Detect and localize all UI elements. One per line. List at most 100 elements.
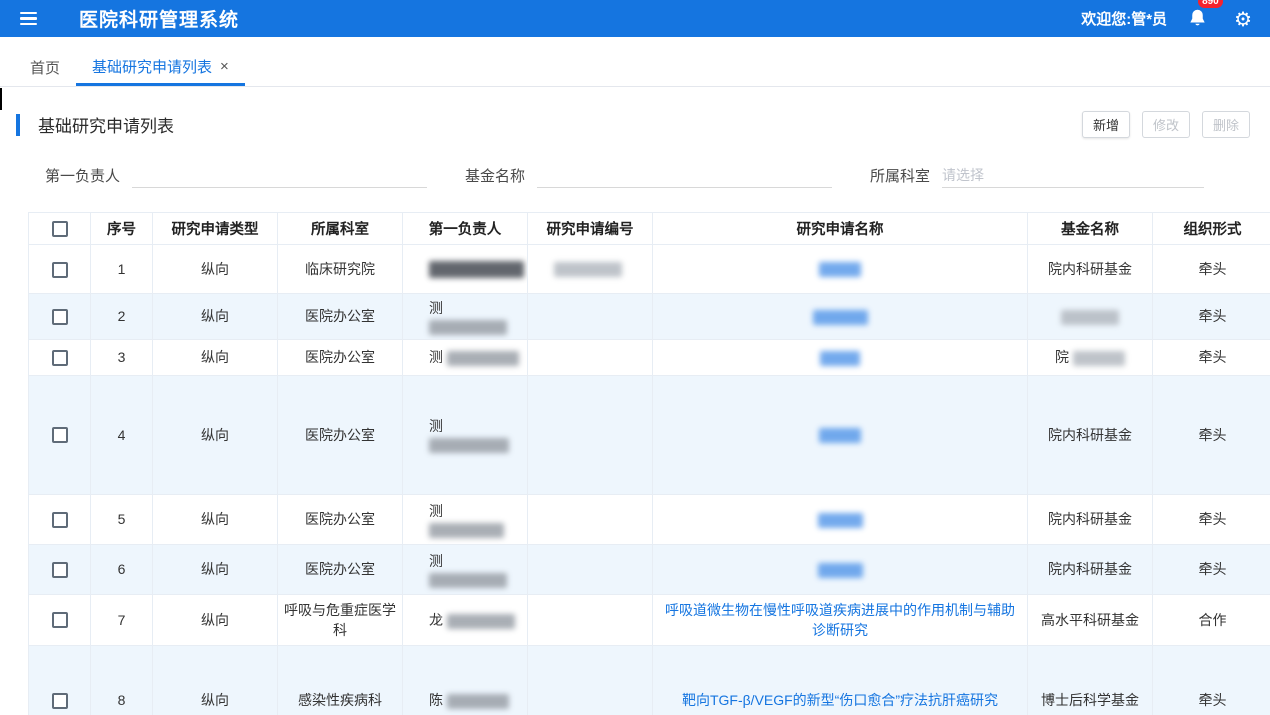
cell-no: 3 bbox=[91, 339, 153, 375]
delete-button[interactable]: 删除 bbox=[1202, 111, 1250, 138]
department-label: 所属科室 bbox=[870, 165, 930, 186]
table-row: 8纵向感染性疾病科陈 靶向TGF-β/VEGF的新型“伤口愈合”疗法抗肝癌研究博… bbox=[29, 645, 1270, 715]
tab-bar: 首页 基础研究申请列表 × bbox=[0, 37, 1270, 87]
checkbox-cell bbox=[29, 645, 91, 715]
cell-appno bbox=[528, 594, 653, 645]
app-title: 医院科研管理系统 bbox=[79, 5, 239, 32]
cell-org: 牵头 bbox=[1153, 645, 1270, 715]
redacted-text bbox=[429, 320, 507, 335]
cell-type: 纵向 bbox=[153, 544, 278, 594]
cell-fund: 院内科研基金 bbox=[1028, 544, 1153, 594]
cell-no: 1 bbox=[91, 245, 153, 294]
cell-org: 牵头 bbox=[1153, 375, 1270, 494]
redacted-text bbox=[429, 438, 509, 453]
cell-org: 牵头 bbox=[1153, 294, 1270, 340]
cell-fund bbox=[1028, 294, 1153, 340]
cell-org: 牵头 bbox=[1153, 494, 1270, 544]
hamburger-menu-icon[interactable] bbox=[18, 8, 39, 30]
checkbox-cell bbox=[29, 594, 91, 645]
redacted-text bbox=[429, 523, 504, 538]
cell-person: 龙 bbox=[403, 594, 528, 645]
column-header: 序号 bbox=[91, 213, 153, 245]
cell-fund: 高水平科研基金 bbox=[1028, 594, 1153, 645]
cell-dept: 医院办公室 bbox=[278, 494, 403, 544]
row-checkbox[interactable] bbox=[52, 309, 68, 325]
cell-no: 8 bbox=[91, 645, 153, 715]
add-button[interactable]: 新增 bbox=[1082, 111, 1130, 138]
cell-text: 测 bbox=[429, 503, 443, 519]
welcome-text: 欢迎您:管*员 bbox=[1081, 8, 1167, 29]
cell-no: 7 bbox=[91, 594, 153, 645]
row-checkbox[interactable] bbox=[52, 262, 68, 278]
table-row: 6纵向医院办公室测 院内科研基金牵头 bbox=[29, 544, 1270, 594]
cell-appno bbox=[528, 375, 653, 494]
tab-basic-research-list[interactable]: 基础研究申请列表 × bbox=[76, 49, 245, 86]
applications-table: 序号研究申请类型所属科室第一负责人研究申请编号研究申请名称基金名称组织形式 1纵… bbox=[28, 212, 1270, 715]
cell-person: 测 bbox=[403, 494, 528, 544]
checkbox-cell bbox=[29, 494, 91, 544]
cell-dept: 感染性疾病科 bbox=[278, 645, 403, 715]
column-header: 所属科室 bbox=[278, 213, 403, 245]
column-header: 研究申请编号 bbox=[528, 213, 653, 245]
cell-dept: 呼吸与危重症医学科 bbox=[278, 594, 403, 645]
app-header: 医院科研管理系统 欢迎您:管*员 890 ⚙ bbox=[0, 0, 1270, 37]
cell-name bbox=[653, 294, 1028, 340]
redacted-text bbox=[554, 262, 622, 277]
cell-person: 陈 bbox=[403, 645, 528, 715]
cell-fund: 院内科研基金 bbox=[1028, 494, 1153, 544]
row-checkbox[interactable] bbox=[52, 562, 68, 578]
application-name-link[interactable]: 靶向TGF-β/VEGF的新型“伤口愈合”疗法抗肝癌研究 bbox=[682, 692, 998, 708]
redacted-text bbox=[429, 261, 524, 278]
column-header: 研究申请名称 bbox=[653, 213, 1028, 245]
cell-no: 2 bbox=[91, 294, 153, 340]
application-name-link[interactable]: 呼吸道微生物在慢性呼吸道疾病进展中的作用机制与辅助诊断研究 bbox=[665, 602, 1015, 638]
cell-no: 4 bbox=[91, 375, 153, 494]
fund-name-input[interactable] bbox=[537, 162, 832, 188]
first-person-label: 第一负责人 bbox=[45, 165, 120, 186]
table-row: 5纵向医院办公室测 院内科研基金牵头 bbox=[29, 494, 1270, 544]
row-checkbox[interactable] bbox=[52, 693, 68, 709]
first-person-input[interactable] bbox=[132, 162, 427, 188]
bell-icon bbox=[1187, 8, 1208, 29]
redacted-text bbox=[819, 262, 861, 277]
cell-dept: 医院办公室 bbox=[278, 544, 403, 594]
redacted-text bbox=[820, 351, 860, 366]
redacted-text bbox=[447, 694, 509, 709]
cell-appno bbox=[528, 494, 653, 544]
cell-appno bbox=[528, 645, 653, 715]
redacted-text bbox=[819, 428, 861, 443]
cell-text: 龙 bbox=[429, 612, 443, 628]
cell-org: 牵头 bbox=[1153, 245, 1270, 294]
table-header-row: 序号研究申请类型所属科室第一负责人研究申请编号研究申请名称基金名称组织形式 bbox=[29, 213, 1270, 245]
cell-type: 纵向 bbox=[153, 294, 278, 340]
notification-badge: 890 bbox=[1198, 0, 1223, 8]
page-content: 基础研究申请列表 新增 修改 删除 第一负责人 基金名称 所属科室 序号研究申请… bbox=[0, 111, 1270, 715]
cell-type: 纵向 bbox=[153, 494, 278, 544]
filter-first-person: 第一负责人 bbox=[45, 162, 427, 188]
checkbox-cell bbox=[29, 339, 91, 375]
cell-name bbox=[653, 544, 1028, 594]
row-checkbox[interactable] bbox=[52, 512, 68, 528]
select-all-checkbox[interactable] bbox=[52, 221, 68, 237]
column-header-select bbox=[29, 213, 91, 245]
department-select[interactable] bbox=[942, 162, 1204, 188]
cell-type: 纵向 bbox=[153, 339, 278, 375]
row-checkbox[interactable] bbox=[52, 350, 68, 366]
table-row: 2纵向医院办公室测 牵头 bbox=[29, 294, 1270, 340]
row-checkbox[interactable] bbox=[52, 612, 68, 628]
cell-fund: 院内科研基金 bbox=[1028, 245, 1153, 294]
cell-dept: 医院办公室 bbox=[278, 339, 403, 375]
notifications-button[interactable]: 890 bbox=[1187, 8, 1208, 29]
cell-person: 测 bbox=[403, 375, 528, 494]
cell-person bbox=[403, 245, 528, 294]
cell-name bbox=[653, 375, 1028, 494]
tab-close-icon[interactable]: × bbox=[220, 58, 229, 75]
fund-name-label: 基金名称 bbox=[465, 165, 525, 186]
checkbox-cell bbox=[29, 544, 91, 594]
cell-no: 6 bbox=[91, 544, 153, 594]
cell-person: 测 bbox=[403, 544, 528, 594]
settings-gear-icon[interactable]: ⚙ bbox=[1234, 9, 1252, 29]
row-checkbox[interactable] bbox=[52, 427, 68, 443]
tab-home[interactable]: 首页 bbox=[14, 49, 76, 86]
edit-button[interactable]: 修改 bbox=[1142, 111, 1190, 138]
